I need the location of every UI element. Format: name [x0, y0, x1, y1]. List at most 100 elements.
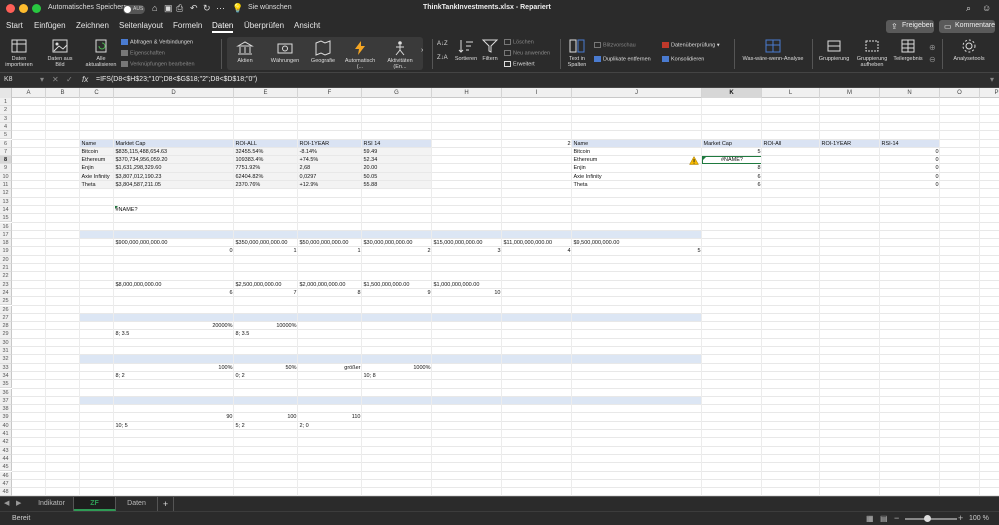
cell-e11[interactable]: 2370.76% [236, 181, 297, 189]
row-header-16[interactable]: 16 [0, 222, 12, 231]
fx-icon[interactable]: fx [82, 75, 88, 84]
cell-k9[interactable]: 8 [704, 164, 760, 172]
cell-f18[interactable]: $50,000,000,000.00 [300, 239, 361, 247]
cell-d8[interactable]: $370,734,956,059.20 [116, 156, 233, 164]
normal-view-icon[interactable]: ▦ [866, 514, 874, 523]
search-icon[interactable]: ⌕ [966, 3, 971, 14]
cell-d28[interactable]: 20000% [116, 322, 232, 330]
prev-sheet-icon[interactable]: ◀ [4, 499, 9, 507]
row-header-3[interactable]: 3 [0, 114, 12, 123]
cell-d18[interactable]: $900,000,000,000.00 [116, 239, 233, 247]
hide-detail-icon[interactable]: ⊖ [929, 55, 936, 64]
cell-g7[interactable]: 59.49 [364, 148, 431, 156]
aktivitaeten-button[interactable]: Aktivitäten (En... [380, 40, 420, 70]
home-icon[interactable]: ⌂ [152, 3, 157, 13]
tab-einfuegen[interactable]: Einfügen [34, 21, 66, 30]
cell-d10[interactable]: $3,807,012,190.23 [116, 173, 233, 181]
sheet-tab-zf[interactable]: ZF [74, 497, 116, 511]
row-header-1[interactable]: 1 [0, 98, 12, 107]
row-header-27[interactable]: 27 [0, 313, 12, 323]
cell-d34[interactable]: 8; 2 [116, 372, 233, 380]
filtern-button[interactable]: Filtern [480, 38, 500, 62]
row-header-29[interactable]: 29 [0, 330, 12, 339]
row-header-15[interactable]: 15 [0, 214, 12, 223]
was-waere-wenn-button[interactable]: Was-wäre-wenn-Analyse [738, 38, 808, 62]
row-header-41[interactable]: 41 [0, 430, 12, 439]
duplikate-entfernen-button[interactable]: Duplikate entfernen [594, 56, 651, 62]
row-header-48[interactable]: 48 [0, 488, 12, 496]
column-header-h[interactable]: H [432, 88, 502, 98]
zoom-slider-thumb[interactable] [924, 515, 931, 522]
cell-h24[interactable]: 10 [434, 289, 500, 297]
zoom-level[interactable]: 100 % [969, 515, 989, 522]
cell-j9[interactable]: Enjin [574, 164, 701, 172]
cell-d19[interactable]: 0 [116, 247, 232, 255]
cell-f6[interactable]: ROI-1YEAR [300, 140, 361, 148]
cell-e40[interactable]: 5; 2 [236, 422, 297, 430]
print-icon[interactable]: ⎙ [176, 3, 183, 14]
cell-f7[interactable]: -8.14% [300, 148, 361, 156]
row-header-43[interactable]: 43 [0, 446, 12, 455]
row-header-6[interactable]: 6 [0, 139, 12, 148]
row-header-32[interactable]: 32 [0, 355, 12, 364]
cell-e24[interactable]: 7 [236, 289, 296, 297]
cell-g34[interactable]: 10; 8 [364, 372, 431, 380]
row-header-22[interactable]: 22 [0, 272, 12, 281]
cell-f9[interactable]: 2,68 [300, 164, 361, 172]
cell-f24[interactable]: 8 [300, 289, 360, 297]
cell-d24[interactable]: 6 [116, 289, 232, 297]
cell-e8[interactable]: 109383.4% [236, 156, 297, 164]
row-header-47[interactable]: 47 [0, 479, 12, 489]
cell-n11[interactable]: 0 [882, 181, 938, 189]
cell-e7[interactable]: 32455.54% [236, 148, 297, 156]
row-header-8[interactable]: 8 [0, 156, 12, 165]
cell-n8[interactable]: 0 [882, 156, 938, 164]
cell-n6[interactable]: RSI-14 [882, 140, 939, 148]
cell-g10[interactable]: 50.05 [364, 173, 431, 181]
cell-h18[interactable]: $15,000,000,000.00 [434, 239, 501, 247]
cell-g9[interactable]: 20.00 [364, 164, 431, 172]
save-icon[interactable]: ▣ [164, 3, 173, 14]
minimize-window-button[interactable] [19, 4, 28, 13]
row-header-21[interactable]: 21 [0, 264, 12, 273]
cell-f40[interactable]: 2; 0 [300, 422, 361, 430]
sort-za-icon[interactable]: Z↓A [437, 55, 448, 61]
cell-c8[interactable]: Ethereum [82, 156, 113, 164]
cell-f23[interactable]: $2,000,000,000.00 [300, 281, 361, 289]
geografie-button[interactable]: Geografie [308, 40, 338, 64]
cell-g18[interactable]: $30,000,000,000.00 [364, 239, 431, 247]
row-header-33[interactable]: 33 [0, 363, 12, 372]
cell-i6[interactable]: 2 [504, 140, 570, 148]
spreadsheet-grid[interactable]: ABCDEFGHIJKLMNOPQ 1234567891011121314151… [0, 88, 999, 496]
undo-icon[interactable]: ↶ [190, 3, 198, 14]
comments-button[interactable]: ▭ Kommentare [939, 20, 995, 33]
row-header-26[interactable]: 26 [0, 305, 12, 314]
cell-f33[interactable]: größer [300, 364, 360, 372]
cell-e18[interactable]: $350,000,000,000.00 [236, 239, 297, 247]
cell-g19[interactable]: 2 [364, 247, 430, 255]
cell-e19[interactable]: 1 [236, 247, 296, 255]
gruppierung-button[interactable]: Gruppierung [816, 38, 852, 62]
column-header-b[interactable]: B [46, 88, 80, 98]
zoom-window-button[interactable] [32, 4, 41, 13]
column-header-d[interactable]: D [114, 88, 234, 98]
zoom-out-icon[interactable]: − [894, 513, 899, 523]
cell-j11[interactable]: Theta [574, 181, 701, 189]
row-header-25[interactable]: 25 [0, 297, 12, 306]
column-header-p[interactable]: P [980, 88, 999, 98]
page-layout-icon[interactable]: ▤ [880, 514, 888, 523]
cell-h23[interactable]: $1,000,000,000.00 [434, 281, 501, 289]
tab-seitenlayout[interactable]: Seitenlayout [119, 21, 163, 30]
row-header-38[interactable]: 38 [0, 405, 12, 414]
cell-g11[interactable]: 55.88 [364, 181, 431, 189]
neu-anwenden-button[interactable]: Neu anwenden [504, 50, 550, 56]
sortieren-button[interactable]: Sortieren [452, 38, 480, 62]
eigenschaften-button[interactable]: Eigenschaften [121, 50, 165, 56]
tab-daten[interactable]: Daten [212, 21, 234, 33]
text-in-spalten-button[interactable]: Text in Spalten [563, 38, 591, 68]
cell-d39[interactable]: 90 [116, 413, 232, 421]
cell-f11[interactable]: +12.9% [300, 181, 361, 189]
cell-d11[interactable]: $3,804,587,211.05 [116, 181, 233, 189]
cell-d7[interactable]: $835,115,488,654.63 [116, 148, 233, 156]
column-header-a[interactable]: A [12, 88, 46, 98]
